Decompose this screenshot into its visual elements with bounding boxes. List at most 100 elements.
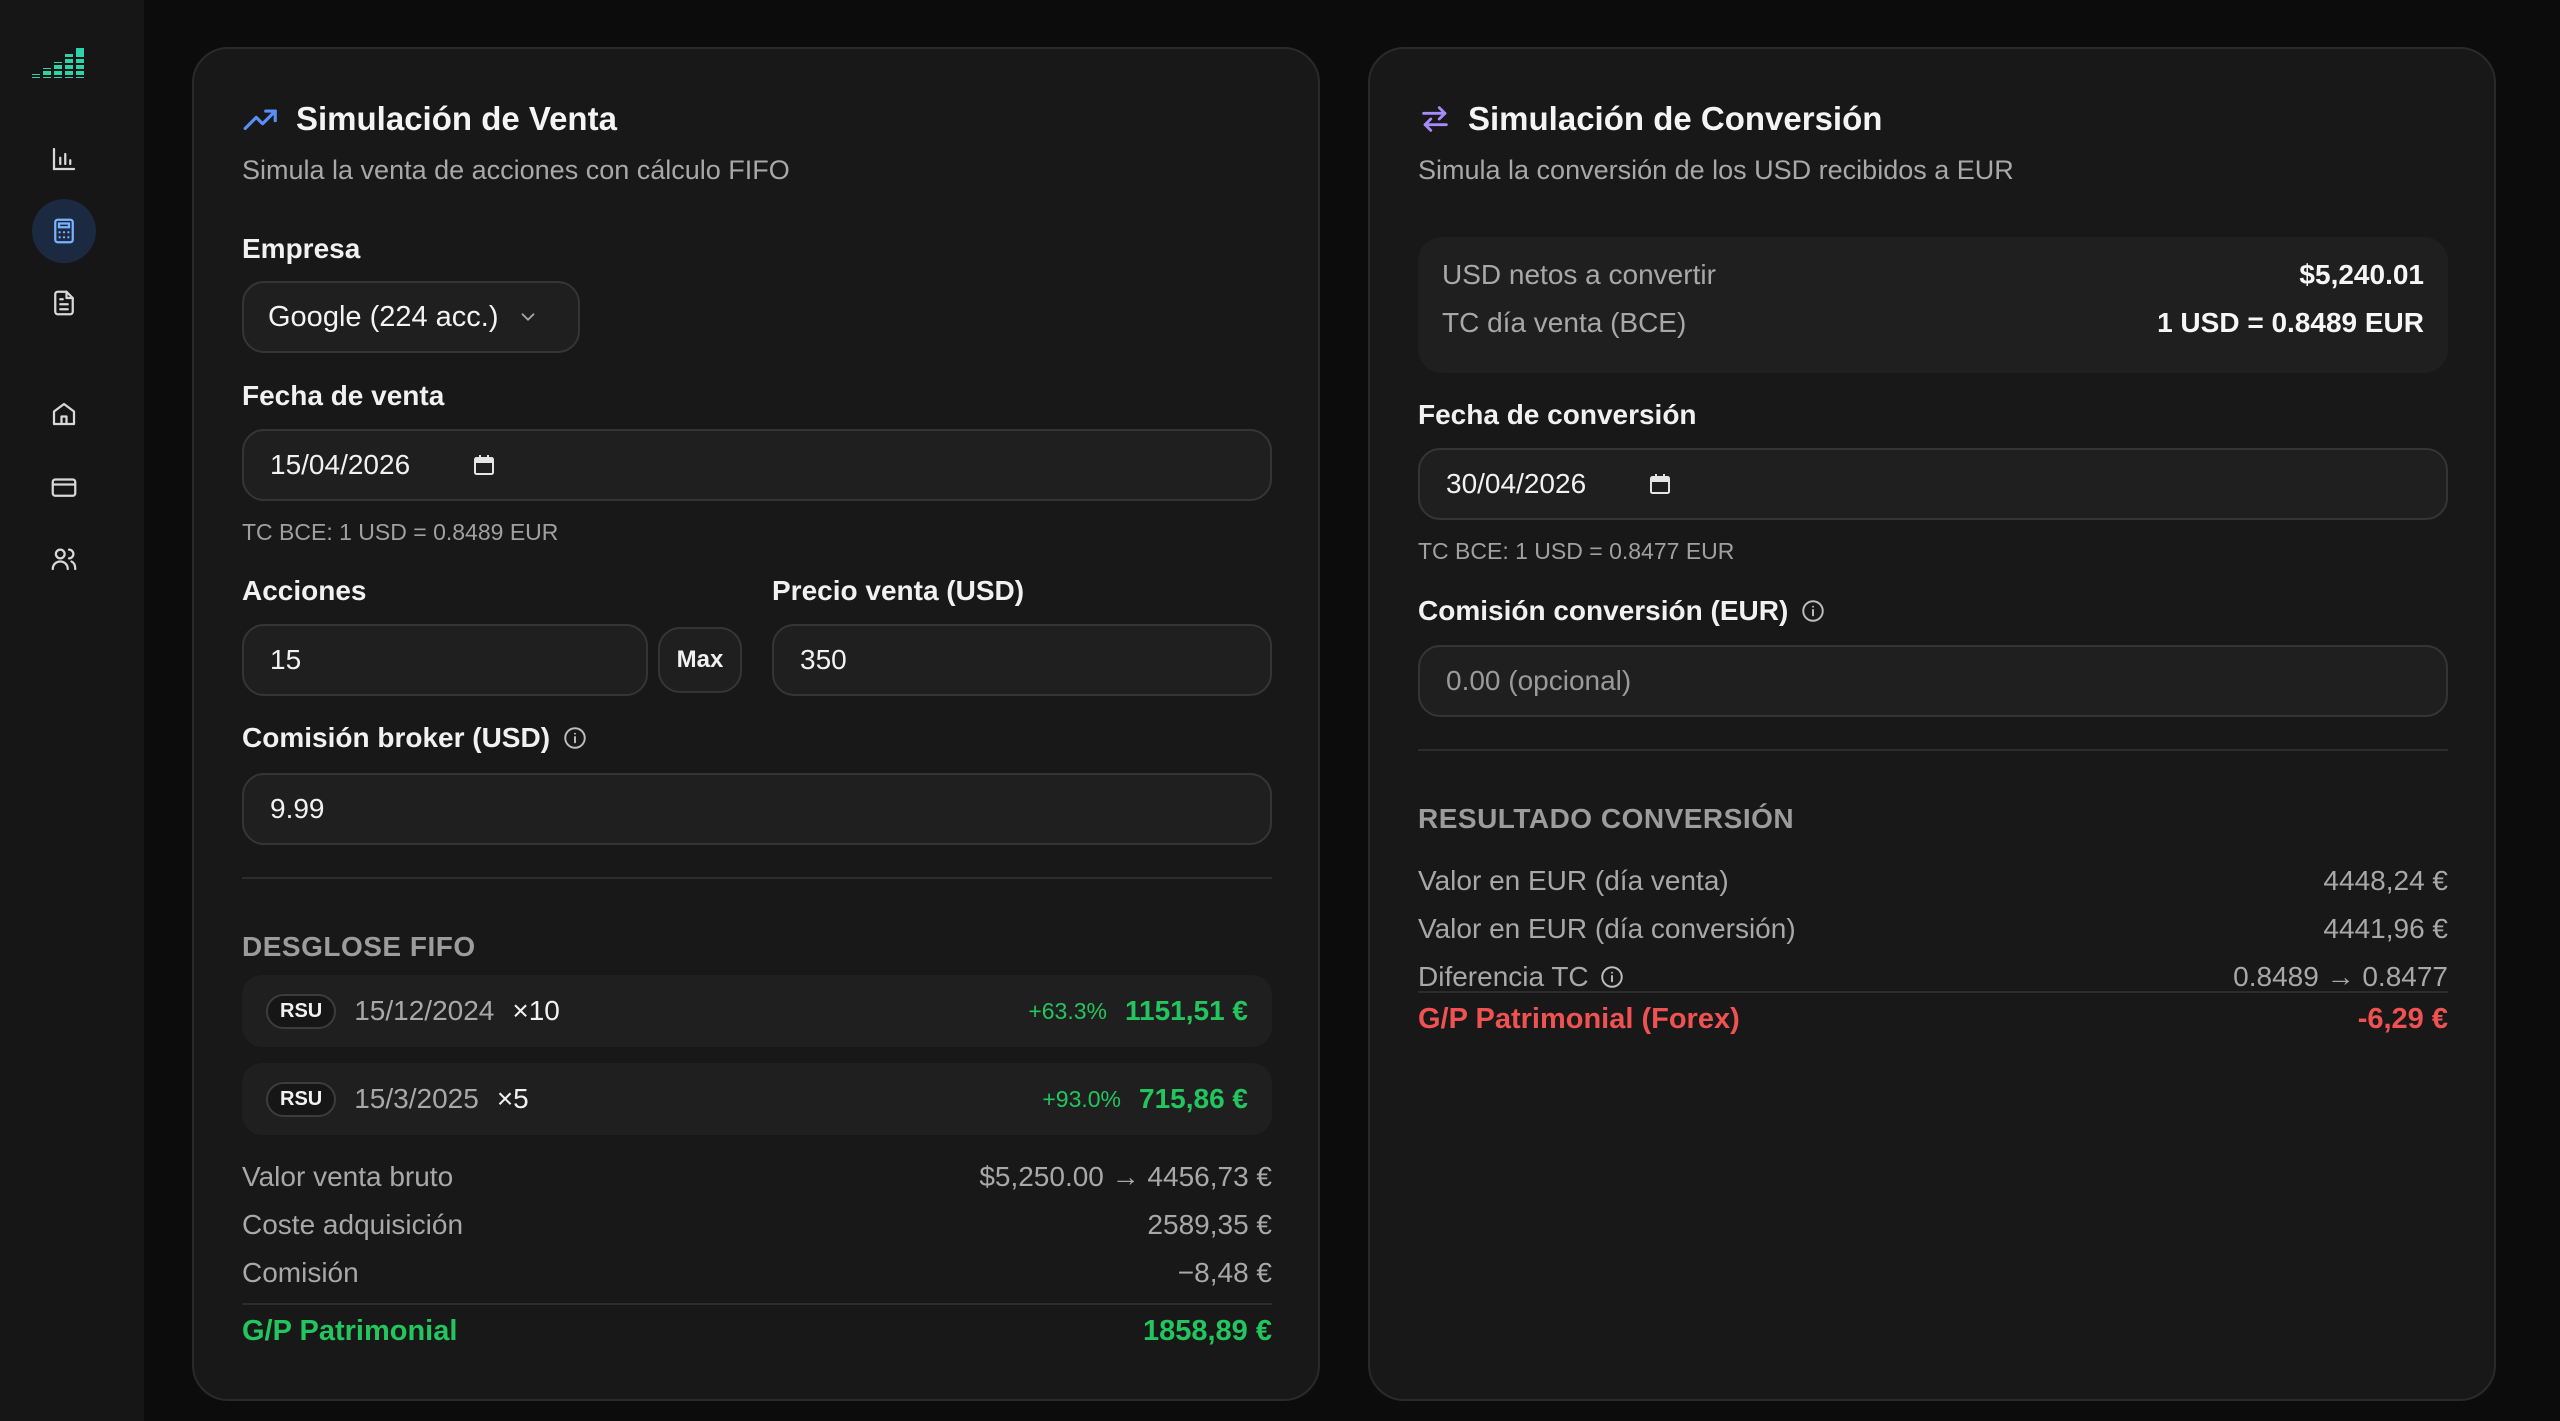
lot-type-badge: RSU <box>266 1081 337 1117</box>
gross-sale-label: Valor venta bruto <box>242 1161 454 1192</box>
gross-sale-value: $5,250.00 → 4456,73 € <box>979 1161 1272 1192</box>
shares-value: 15 <box>270 644 302 675</box>
sale-date-rate-hint: TC BCE: 1 USD = 0.8489 EUR <box>242 519 559 545</box>
shares-input[interactable]: 15 <box>242 624 648 696</box>
net-usd-label: USD netos a convertir <box>1442 259 1716 290</box>
info-icon[interactable] <box>1800 598 1826 624</box>
conversion-card-title: Simulación de Conversión <box>1468 100 1883 137</box>
eur-sale-day-value: 4448,24 € <box>2323 865 2448 896</box>
sale-card-header: Simulación de Venta <box>242 100 617 138</box>
broker-fee-label: Comisión broker (USD) <box>242 722 588 754</box>
eur-conversion-day-row: Valor en EUR (día conversión) 4441,96 € <box>1418 913 2448 945</box>
conversion-date-input[interactable]: 30/04/2026 <box>1418 448 2448 520</box>
capital-gain-value: 1858,89 € <box>1142 1315 1272 1347</box>
conversion-divider <box>1418 749 2448 751</box>
sidebar <box>0 0 144 1421</box>
calculator-icon <box>54 218 74 244</box>
info-icon[interactable] <box>562 725 588 751</box>
sale-rate-row: TC día venta (BCE) 1 USD = 0.8489 EUR <box>1442 307 2424 339</box>
company-label: Empresa <box>242 233 361 264</box>
home-icon <box>52 402 76 426</box>
lot-date: 15/3/2025 <box>354 1083 479 1114</box>
eur-conversion-day-value: 4441,96 € <box>2323 913 2448 944</box>
sale-card-title: Simulación de Venta <box>296 100 617 137</box>
forex-gain-label: G/P Patrimonial (Forex) <box>1418 1003 1740 1035</box>
forex-gain-value: -6,29 € <box>2357 1003 2448 1035</box>
lot-value: 1151,51 € <box>1124 995 1248 1026</box>
nav-item-documents[interactable] <box>32 271 96 335</box>
sale-simulation-card: Simulación de Venta Simula la venta de a… <box>192 47 1320 1401</box>
nav-item-cards[interactable] <box>32 455 96 519</box>
sale-rate-value: 1 USD = 0.8489 EUR <box>2157 307 2424 338</box>
sale-price-label: Precio venta (USD) <box>772 575 1025 606</box>
app-logo-icon[interactable] <box>32 44 92 84</box>
conversion-card-subtitle: Simula la conversión de los USD recibido… <box>1418 155 2014 185</box>
sale-price-value: 350 <box>800 644 847 675</box>
sale-date-input[interactable]: 15/04/2026 <box>242 429 1272 501</box>
lot-type-badge: RSU <box>266 993 337 1029</box>
fifo-lot-row: RSU 15/3/2025 ×5 +93.0% 715,86 € <box>242 1063 1272 1135</box>
rate-difference-label-text: Diferencia TC <box>1418 961 1589 992</box>
lot-gain-percent: +63.3% <box>1028 997 1107 1024</box>
broker-fee-value: 9.99 <box>270 793 325 824</box>
lot-quantity: ×10 <box>512 995 560 1026</box>
forex-gain-row: G/P Patrimonial (Forex) -6,29 € <box>1418 1003 2448 1036</box>
calendar-icon[interactable] <box>1648 472 1672 496</box>
sale-date-value: 15/04/2026 <box>270 449 411 480</box>
conversion-fee-label-text: Comisión conversión (EUR) <box>1418 595 1789 626</box>
lot-value: 715,86 € <box>1139 1083 1248 1114</box>
conversion-fee-input[interactable]: 0.00 (opcional) <box>1418 645 2448 717</box>
calendar-icon[interactable] <box>472 453 496 477</box>
fifo-lot-row: RSU 15/12/2024 ×10 +63.3% 1151,51 € <box>242 975 1272 1047</box>
conversion-date-label: Fecha de conversión <box>1418 399 1697 430</box>
swap-arrows-icon <box>1422 106 1448 132</box>
conversion-fee-label: Comisión conversión (EUR) <box>1418 595 1826 627</box>
chevron-down-icon <box>521 313 534 322</box>
gross-sale-row: Valor venta bruto $5,250.00 → 4456,73 € <box>242 1161 1272 1193</box>
net-usd-row: USD netos a convertir $5,240.01 <box>1442 259 2424 291</box>
rate-difference-label: Diferencia TC <box>1418 961 1625 993</box>
lot-date: 15/12/2024 <box>354 995 495 1026</box>
conversion-result-header: RESULTADO CONVERSIÓN <box>1418 803 1795 834</box>
eur-sale-day-row: Valor en EUR (día venta) 4448,24 € <box>1418 865 2448 897</box>
lot-quantity: ×5 <box>496 1083 529 1114</box>
conversion-fee-placeholder: 0.00 (opcional) <box>1446 665 1632 696</box>
nav-item-simulator[interactable] <box>32 199 96 263</box>
users-icon <box>51 548 77 571</box>
rate-difference-row: Diferencia TC 0.8489 → 0.8477 <box>1418 961 2448 993</box>
broker-fee-input[interactable]: 9.99 <box>242 773 1272 845</box>
broker-fee-label-text: Comisión broker (USD) <box>242 722 551 753</box>
commission-label: Comisión <box>242 1257 359 1288</box>
nav-item-stats[interactable] <box>32 127 96 191</box>
eur-conversion-day-label: Valor en EUR (día conversión) <box>1418 913 1796 944</box>
info-icon[interactable] <box>1599 964 1625 990</box>
shares-label: Acciones <box>242 575 367 606</box>
acquisition-cost-value: 2589,35 € <box>1147 1209 1272 1240</box>
commission-value: −8,48 € <box>1177 1257 1272 1288</box>
sale-date-label: Fecha de venta <box>242 380 445 411</box>
credit-card-icon <box>51 478 77 497</box>
capital-gain-row: G/P Patrimonial 1858,89 € <box>242 1315 1272 1348</box>
trending-up-icon <box>243 109 277 131</box>
conversion-date-value: 30/04/2026 <box>1446 468 1587 499</box>
acquisition-cost-label: Coste adquisición <box>242 1209 464 1240</box>
bar-chart-icon <box>52 147 76 171</box>
fifo-header: DESGLOSE FIFO <box>242 931 476 962</box>
max-shares-button[interactable]: Max <box>658 627 742 693</box>
conversion-simulation-card: Simulación de Conversión Simula la conve… <box>1368 47 2496 1401</box>
commission-row: Comisión −8,48 € <box>242 1257 1272 1289</box>
forex-divider <box>1418 991 2448 993</box>
sale-price-input[interactable]: 350 <box>772 624 1272 696</box>
conversion-summary-box: USD netos a convertir $5,240.01 TC día v… <box>1418 237 2448 373</box>
sale-divider <box>242 877 1272 879</box>
totals-divider <box>242 1303 1272 1305</box>
sale-rate-label: TC día venta (BCE) <box>1442 307 1687 338</box>
company-select-value: Google (224 acc.) <box>268 300 499 333</box>
acquisition-cost-row: Coste adquisición 2589,35 € <box>242 1209 1272 1241</box>
company-select[interactable]: Google (224 acc.) <box>242 281 580 353</box>
document-icon <box>54 290 74 316</box>
rate-difference-value: 0.8489 → 0.8477 <box>2233 961 2448 992</box>
nav-item-users[interactable] <box>32 527 96 591</box>
capital-gain-label: G/P Patrimonial <box>242 1315 458 1347</box>
nav-item-home[interactable] <box>32 382 96 446</box>
